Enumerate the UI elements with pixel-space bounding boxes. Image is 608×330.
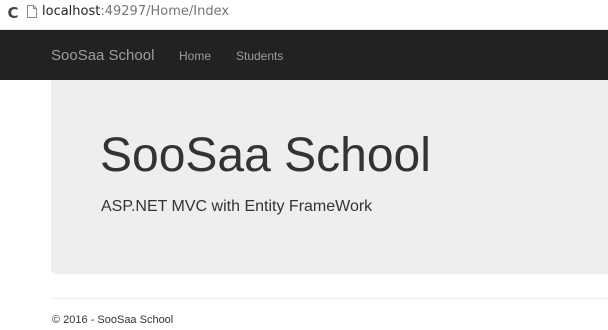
hero-title: SooSaa School <box>100 129 431 182</box>
navbar: SooSaa School Home Students <box>0 30 608 80</box>
footer-copyright: © 2016 - SooSaa School <box>52 314 174 326</box>
nav-link-students[interactable]: Students <box>236 49 283 63</box>
hero-subtitle: ASP.NET MVC with Entity FrameWork <box>101 198 373 215</box>
page-icon <box>27 5 37 18</box>
nav-link-home[interactable]: Home <box>179 49 211 63</box>
navbar-brand-link[interactable]: SooSaa School <box>51 47 154 65</box>
url-host: localhost <box>42 4 101 19</box>
jumbotron: SooSaa School ASP.NET MVC with Entity Fr… <box>51 80 608 274</box>
footer-divider <box>51 298 608 299</box>
browser-address-bar: C localhost:49297/Home/Index <box>0 0 608 30</box>
url-field[interactable]: localhost:49297/Home/Index <box>42 4 229 20</box>
reload-icon[interactable]: C <box>5 5 21 21</box>
url-path: :49297/Home/Index <box>100 4 230 19</box>
